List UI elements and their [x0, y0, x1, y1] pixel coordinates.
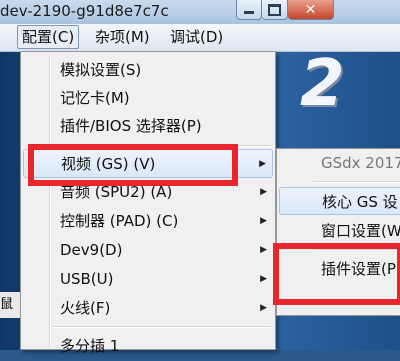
menu-item-label: 记忆卡(M) — [60, 89, 130, 107]
pcsx2-logo: 2 — [300, 47, 345, 121]
background-label: 鼠拟 — [0, 292, 20, 318]
close-button[interactable]: ✕ — [288, 0, 334, 20]
close-icon: ✕ — [304, 1, 317, 18]
minimize-button[interactable] — [236, 0, 262, 20]
menu-item-label: Dev9(D) — [60, 241, 123, 259]
submenu-item-window-settings[interactable]: 窗口设置(W — [279, 217, 400, 245]
submenu-item-label: 窗口设置(W — [321, 222, 400, 240]
minimize-icon — [244, 11, 254, 14]
submenu-arrow-icon: ▶ — [260, 216, 267, 226]
submenu-item-label: 核心 GS 设 — [322, 193, 398, 211]
menu-debug[interactable]: 调试(D) — [166, 26, 227, 48]
menu-item-dev9[interactable]: Dev9(D) ▶ — [23, 236, 273, 265]
submenu-arrow-icon: ▶ — [260, 245, 267, 255]
menu-item-plugin-bios-selector[interactable]: 插件/BIOS 选择器(P) — [23, 112, 273, 141]
menu-config[interactable]: 配置(C) — [17, 25, 80, 49]
submenu-arrow-icon: ▶ — [260, 187, 267, 197]
annotation-box-video-gs — [28, 144, 238, 186]
menu-item-label: USB(U) — [60, 270, 114, 288]
maximize-button[interactable] — [262, 0, 288, 20]
submenu-plugin-name: GSdx 2017 — [279, 149, 400, 177]
submenu-arrow-icon: ▶ — [259, 159, 266, 169]
menu-item-label: 火线(F) — [60, 299, 111, 317]
submenu-item-label: GSdx 2017 — [321, 154, 400, 172]
menu-item-multitap[interactable]: 多分插 1 — [23, 332, 273, 361]
menu-item-label: 多分插 1 — [60, 337, 120, 355]
menu-item-firewire[interactable]: 火线(F) ▶ — [23, 294, 273, 323]
maximize-icon — [268, 3, 281, 16]
menu-separator — [53, 326, 271, 328]
menu-item-usb[interactable]: USB(U) ▶ — [23, 265, 273, 294]
submenu-arrow-icon: ▶ — [260, 274, 267, 284]
submenu-separator — [313, 181, 400, 183]
title-bar: dev-2190-g91d8e7c7c ✕ — [0, 0, 400, 24]
submenu-arrow-icon: ▶ — [260, 303, 267, 313]
annotation-box-plugin-settings — [273, 243, 400, 305]
menu-item-emulation-settings[interactable]: 模拟设置(S) — [23, 56, 273, 85]
window-title: dev-2190-g91d8e7c7c — [0, 2, 169, 20]
menu-item-label: 模拟设置(S) — [60, 61, 142, 79]
menu-item-label: 插件/BIOS 选择器(P) — [60, 117, 202, 135]
config-dropdown-menu: 模拟设置(S) 记忆卡(M) 插件/BIOS 选择器(P) 视频 (GS) (V… — [20, 51, 276, 355]
menu-item-label: 控制器 (PAD) (C) — [60, 212, 179, 230]
menu-item-controller-pad[interactable]: 控制器 (PAD) (C) ▶ — [23, 207, 273, 236]
submenu-item-core-gs-settings[interactable]: 核心 GS 设 — [279, 187, 400, 215]
menu-misc[interactable]: 杂项(M) — [91, 26, 154, 48]
menu-item-memory-card[interactable]: 记忆卡(M) — [23, 84, 273, 113]
